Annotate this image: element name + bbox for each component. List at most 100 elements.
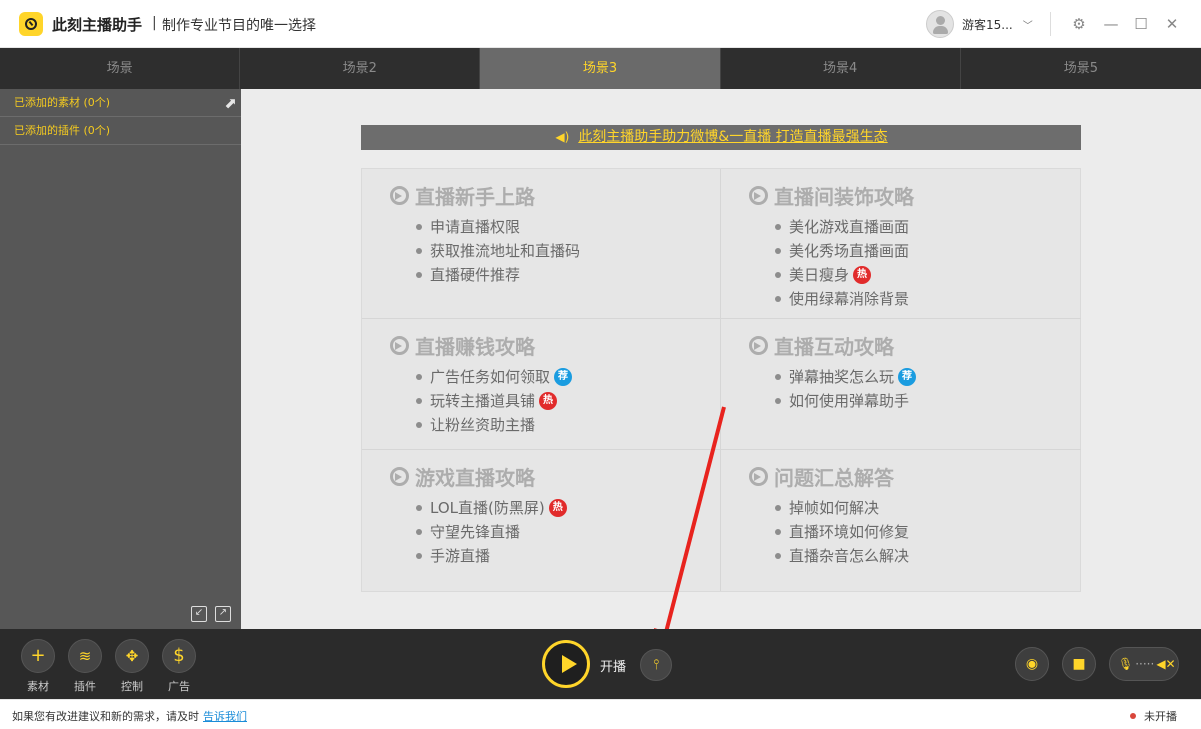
guide-link-text[interactable]: 申请直播权限 [430,215,520,239]
guide-link[interactable]: 玩转主播道具铺热 [416,389,572,413]
guide-link-text[interactable]: 如何使用弹幕助手 [789,389,909,413]
tab-scene-4[interactable]: 场景4 [721,48,961,89]
app-name: 此刻主播助手 [52,16,143,34]
avatar[interactable] [926,10,954,38]
guide-link-text[interactable]: 让粉丝资助主播 [430,413,535,437]
guide-link-text[interactable]: 获取推流地址和直播码 [430,239,580,263]
mixer-settings-icon[interactable]: ⫯ [640,649,672,681]
arrow-circle-icon [390,336,409,355]
guide-link[interactable]: 弹幕抽奖怎么玩荐 [775,365,917,389]
arrow-circle-icon [749,336,768,355]
guide-link[interactable]: 申请直播权限 [416,215,580,239]
guide-link[interactable]: 手游直播 [416,544,567,568]
microphone-icon[interactable]: 🎙 [1118,657,1133,671]
sidebar-item-label: 已添加的插件 (0个) [14,124,111,137]
guide-link[interactable]: 如何使用弹幕助手 [775,389,916,413]
bullet-icon [416,248,422,254]
plugins-tool[interactable]: ≋ 插件 [67,639,103,694]
guide-link-text[interactable]: LOL直播(防黑屏) [430,496,545,520]
sidebar-item-plugins[interactable]: 已添加的插件 (0个) [0,117,241,145]
external-link-icon[interactable]: ↗ [215,606,231,622]
tab-scene-2[interactable]: 场景2 [240,48,481,89]
bullet-icon [416,374,422,380]
guide-title[interactable]: 直播互动攻略 [749,331,894,360]
guide-link[interactable]: 美化秀场直播画面 [775,239,909,263]
tab-scene-3[interactable]: 场景3 [480,48,721,89]
guide-link[interactable]: 直播环境如何修复 [775,520,909,544]
feedback-link[interactable]: 告诉我们 [203,710,247,723]
guide-link[interactable]: 使用绿幕消除背景 [775,287,909,311]
maximize-icon[interactable]: ☐ [1131,14,1151,34]
start-broadcast-label[interactable]: 开播 [600,656,626,675]
bullet-icon [416,505,422,511]
guide-link-text[interactable]: 美化秀场直播画面 [789,239,909,263]
guide-link-text[interactable]: 掉帧如何解决 [789,496,879,520]
tool-label: 素材 [27,680,49,693]
guide-link-text[interactable]: 手游直播 [430,544,490,568]
guide-link-text[interactable]: 直播杂音怎么解决 [789,544,909,568]
guide-link-text[interactable]: 广告任务如何领取 [430,365,550,389]
audio-control[interactable]: 🎙 ····· ◀✕ [1109,647,1179,681]
bullet-icon [416,422,422,428]
start-broadcast-button[interactable] [542,640,590,688]
arrow-up-right-icon[interactable]: ⬈ [224,89,237,117]
guide-link-text[interactable]: 玩转主播道具铺 [430,389,535,413]
guide-link-text[interactable]: 美日瘦身 [789,263,849,287]
guide-link[interactable]: 直播杂音怎么解决 [775,544,909,568]
guide-link[interactable]: 美日瘦身热 [775,263,909,287]
guide-link[interactable]: 让粉丝资助主播 [416,413,572,437]
guide-title-text: 直播间装饰攻略 [774,185,914,209]
guide-link-text[interactable]: 守望先锋直播 [430,520,520,544]
banner-link[interactable]: 此刻主播助手助力微博&一直播 打造直播最强生态 [578,129,887,145]
speaker-mute-icon[interactable]: ◀✕ [1156,657,1175,671]
guide-title[interactable]: 直播新手上路 [390,181,535,210]
bullet-icon [775,224,781,230]
minimize-icon[interactable]: — [1101,14,1121,34]
guide-link-text[interactable]: 直播硬件推荐 [430,263,520,287]
guide-link[interactable]: 美化游戏直播画面 [775,215,909,239]
video-camera-icon[interactable]: ■ [1062,647,1096,681]
edit-icon[interactable]: ↙ [191,606,207,622]
close-icon[interactable]: ✕ [1162,14,1182,34]
webcam-icon[interactable]: ◉ [1015,647,1049,681]
guide-title-text: 直播互动攻略 [774,335,894,359]
guide-link[interactable]: 掉帧如何解决 [775,496,909,520]
guide-link-text[interactable]: 美化游戏直播画面 [789,215,909,239]
guide-title[interactable]: 直播赚钱攻略 [390,331,535,360]
announcement-banner[interactable]: ◀) 此刻主播助手助力微博&一直播 打造直播最强生态 [361,125,1081,150]
move-icon[interactable]: ✥ [115,639,149,673]
materials-tool[interactable]: + 素材 [20,639,56,694]
guide-link[interactable]: 直播硬件推荐 [416,263,580,287]
tab-scene-5[interactable]: 场景5 [961,48,1201,89]
guide-card: 直播互动攻略 弹幕抽奖怎么玩荐如何使用弹幕助手 [721,319,1081,450]
layers-icon[interactable]: ≋ [68,639,102,673]
guide-link[interactable]: 守望先锋直播 [416,520,567,544]
control-tool[interactable]: ✥ 控制 [114,639,150,694]
guide-link[interactable]: 广告任务如何领取荐 [416,365,573,389]
chevron-down-icon[interactable]: ﹀ [1023,17,1033,32]
ads-tool[interactable]: $ 广告 [161,639,197,694]
plus-icon[interactable]: + [21,639,55,673]
guide-title[interactable]: 问题汇总解答 [749,462,894,491]
sidebar: 已添加的素材 (0个) ⬈ 已添加的插件 (0个) ↙ ↗ [0,89,241,629]
feedback-text: 如果您有改进建议和新的需求，请及时 [12,710,199,723]
gear-icon[interactable]: ⚙ [1069,14,1089,34]
dollar-icon[interactable]: $ [162,639,196,673]
guide-link-text[interactable]: 弹幕抽奖怎么玩 [789,365,894,389]
guide-link[interactable]: LOL直播(防黑屏) 热 [416,496,567,520]
app-slogan: 制作专业节目的唯一选择 [162,18,316,34]
tab-scene-1[interactable]: 场景 [0,48,241,89]
guide-title[interactable]: 游戏直播攻略 [390,462,535,491]
username[interactable]: 游客15... [962,16,1013,33]
live-status-text: 未开播 [1144,710,1177,723]
user-menu[interactable]: 游客15... ﹀ [926,10,1033,38]
guide-link-text[interactable]: 直播环境如何修复 [789,520,909,544]
sidebar-item-materials[interactable]: 已添加的素材 (0个) ⬈ [0,89,241,117]
guide-link-text[interactable]: 使用绿幕消除背景 [789,287,909,311]
status-bar: 如果您有改进建议和新的需求，请及时 告诉我们 未开播 [0,699,1201,729]
live-status: 未开播 [1130,708,1177,724]
bullet-icon [416,272,422,278]
guide-title[interactable]: 直播间装饰攻略 [749,181,914,210]
hot-badge: 热 [539,392,558,410]
guide-link[interactable]: 获取推流地址和直播码 [416,239,580,263]
